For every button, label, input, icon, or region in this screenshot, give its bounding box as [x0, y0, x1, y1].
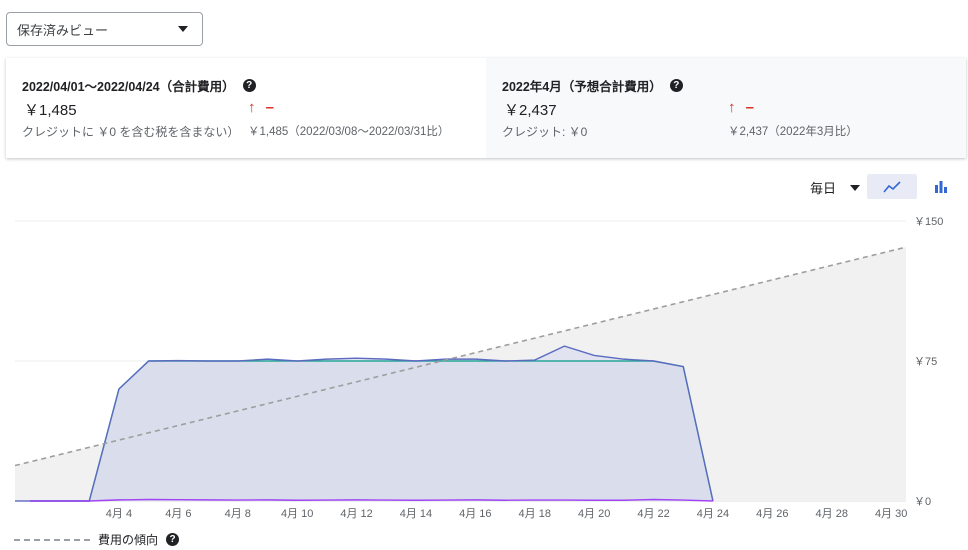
forecast-trend: ↑ –	[728, 99, 754, 116]
forecast-cost-title: 2022年4月（予想合計費用） ?	[502, 76, 683, 95]
x-tick-label: 4月 4	[106, 508, 132, 520]
y-tick-label: ￥150	[914, 216, 943, 228]
x-tick-label: 4月 8	[225, 508, 251, 520]
help-icon[interactable]: ?	[166, 533, 180, 546]
saved-view-label: 保存済みビュー	[17, 22, 109, 38]
chart-legend: 費用の傾向 ?	[14, 531, 180, 548]
x-tick-label: 4月 10	[281, 508, 313, 520]
bar-chart-icon	[935, 181, 947, 193]
trend-line-swatch	[14, 538, 90, 541]
x-tick-label: 4月 18	[519, 508, 551, 520]
arrow-up-icon: ↑	[248, 99, 256, 116]
forecast-cost-credit: クレジット: ￥0	[502, 125, 588, 139]
current-trend-value: –	[265, 99, 275, 116]
series-area-1	[29, 361, 713, 501]
x-tick-label: 4月 22	[637, 508, 669, 520]
line-chart-toggle[interactable]	[867, 174, 917, 199]
x-tick-label: 4月 28	[816, 508, 848, 520]
forecast-cost-amount: ￥2,437	[504, 102, 557, 119]
x-tick-label: 4月 20	[578, 508, 610, 520]
current-trend: ↑ –	[248, 99, 274, 116]
chevron-down-icon	[178, 26, 188, 32]
forecast-trend-value: –	[745, 99, 755, 116]
arrow-up-icon: ↑	[728, 99, 736, 116]
x-tick-label: 4月 24	[697, 508, 729, 520]
x-tick-label: 4月 30	[875, 508, 907, 520]
line-chart-icon	[883, 180, 901, 193]
current-cost-compare: ￥1,485（2022/03/08～2022/03/31比）	[248, 126, 450, 138]
bar-chart-toggle[interactable]	[926, 174, 956, 199]
current-cost-credit: クレジットに ￥0 を含む税を含まない）	[22, 125, 240, 139]
help-icon[interactable]: ?	[242, 79, 256, 92]
current-cost-amount: ￥1,485	[24, 102, 77, 119]
cost-chart: 4月 4 4月 6 4月 8 4月 10 4月 12 4月 14 4月 16 4月 18 4月 …	[14, 216, 943, 520]
cost-summary: 2022/04/01～2022/04/24（合計費用） ? ￥1,485 クレジ…	[6, 58, 966, 158]
saved-view-dropdown[interactable]: 保存済みビュー	[6, 12, 203, 46]
current-cost-card: 2022/04/01～2022/04/24（合計費用） ? ￥1,485 クレジ…	[6, 58, 486, 158]
forecast-cost-card: 2022年4月（予想合計費用） ? ￥2,437 クレジット: ￥0 ↑ – ￥…	[486, 58, 966, 158]
chevron-down-icon	[850, 184, 861, 191]
granularity-label: 毎日	[810, 181, 837, 196]
current-cost-title: 2022/04/01～2022/04/24（合計費用） ?	[22, 76, 256, 95]
trend-legend-label: 費用の傾向	[98, 533, 159, 547]
help-icon[interactable]: ?	[669, 79, 683, 92]
forecast-cost-compare: ￥2,437（2022年3月比）	[728, 126, 858, 138]
y-tick-label: ￥75	[914, 356, 937, 368]
x-tick-label: 4月 6	[165, 508, 191, 520]
x-tick-label: 4月 14	[400, 508, 432, 520]
x-tick-label: 4月 26	[756, 508, 788, 520]
x-tick-label: 4月 16	[459, 508, 491, 520]
granularity-dropdown[interactable]: 毎日	[810, 178, 861, 197]
x-tick-label: 4月 12	[340, 508, 372, 520]
y-tick-label: ￥0	[914, 496, 931, 508]
